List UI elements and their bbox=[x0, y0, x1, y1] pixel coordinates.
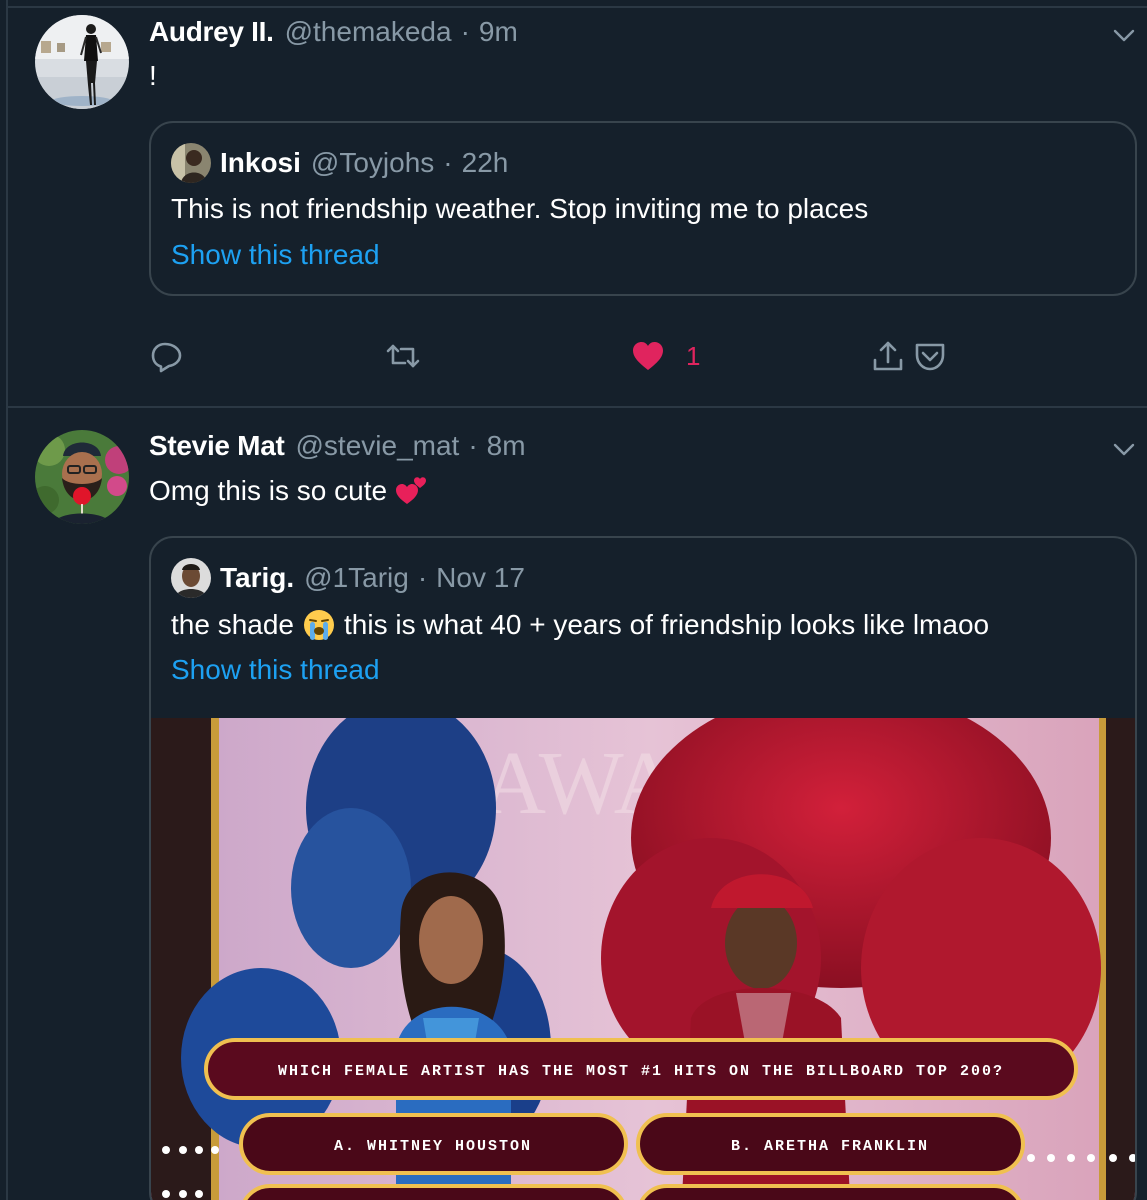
timeline: Audrey II. @themakeda · 9m ! Inkosi @Toy… bbox=[0, 0, 1147, 1200]
like-button[interactable]: 1 bbox=[630, 336, 700, 376]
quoted-tweet-header: Inkosi @Toyjohs · 22h bbox=[171, 143, 508, 183]
quoted-tweet-text: the shade this is what 40 + years of fri… bbox=[171, 608, 989, 642]
share-button[interactable] bbox=[870, 336, 906, 376]
chevron-down-icon[interactable] bbox=[1111, 22, 1137, 48]
tweet-text: ! bbox=[149, 60, 157, 91]
share-icon bbox=[873, 341, 903, 371]
avatar[interactable] bbox=[35, 430, 129, 524]
tweet[interactable]: Stevie Mat @stevie_mat · 8m Omg this is … bbox=[8, 410, 1147, 1200]
quoted-author-name: Tarig. bbox=[220, 562, 295, 593]
heart-icon bbox=[633, 342, 663, 370]
quoted-media-video[interactable]: AWA WHICH FEMALE ARTIST HAS THE MOST #1 … bbox=[151, 718, 1135, 1200]
quoted-tweet-header: Tarig. @1Tarig · Nov 17 bbox=[171, 558, 525, 598]
crying-face-emoji bbox=[304, 610, 334, 640]
tweet-actions: 1 bbox=[149, 336, 949, 376]
author-handle[interactable]: @stevie_mat bbox=[296, 430, 460, 462]
video-frame: AWA WHICH FEMALE ARTIST HAS THE MOST #1 … bbox=[151, 718, 1135, 1200]
quoted-text-after: this is what 40 + years of friendship lo… bbox=[344, 609, 990, 640]
retweet-button[interactable] bbox=[385, 336, 421, 376]
chevron-down-icon[interactable] bbox=[1111, 436, 1137, 462]
quoted-author-name: Inkosi bbox=[220, 147, 301, 178]
trivia-answer-b: B. ARETHA FRANKLIN bbox=[731, 1138, 929, 1155]
separator: · bbox=[460, 16, 470, 47]
reply-button[interactable] bbox=[149, 336, 185, 376]
separator: · bbox=[468, 430, 478, 461]
tweet[interactable]: Audrey II. @themakeda · 9m ! Inkosi @Toy… bbox=[8, 8, 1147, 408]
author-name[interactable]: Stevie Mat bbox=[149, 430, 285, 462]
trivia-question: WHICH FEMALE ARTIST HAS THE MOST #1 HITS… bbox=[278, 1063, 1004, 1080]
timestamp[interactable]: 8m bbox=[487, 430, 526, 462]
tweet-text: Omg this is so cute bbox=[149, 474, 437, 508]
retweet-icon bbox=[386, 344, 420, 368]
two-hearts-emoji bbox=[396, 477, 427, 504]
avatar[interactable] bbox=[35, 15, 129, 109]
quoted-author-handle: @1Tarig bbox=[304, 562, 409, 593]
pocket-button[interactable] bbox=[912, 336, 948, 376]
timestamp[interactable]: 9m bbox=[479, 16, 518, 48]
quoted-timestamp: Nov 17 bbox=[436, 562, 525, 593]
author-handle[interactable]: @themakeda bbox=[285, 16, 452, 48]
quoted-timestamp: 22h bbox=[461, 147, 509, 178]
author-name[interactable]: Audrey II. bbox=[149, 16, 274, 48]
trivia-answer-a: A. WHITNEY HOUSTON bbox=[334, 1138, 532, 1155]
quoted-tweet[interactable]: Tarig. @1Tarig · Nov 17 the shade this i… bbox=[149, 536, 1137, 1200]
separator: · bbox=[443, 147, 453, 178]
quoted-avatar bbox=[171, 558, 211, 598]
quoted-tweet[interactable]: Inkosi @Toyjohs · 22h This is not friend… bbox=[149, 121, 1137, 296]
quoted-author-handle: @Toyjohs bbox=[310, 147, 435, 178]
tweet-header: Stevie Mat @stevie_mat · 8m bbox=[149, 430, 526, 462]
quoted-text-before: the shade bbox=[171, 609, 294, 640]
like-count: 1 bbox=[686, 340, 701, 371]
quoted-avatar bbox=[171, 143, 211, 183]
tweet-text-content: Omg this is so cute bbox=[149, 475, 388, 506]
tweet-header: Audrey II. @themakeda · 9m bbox=[149, 16, 518, 48]
separator: · bbox=[417, 562, 428, 593]
show-thread-link[interactable]: Show this thread bbox=[171, 654, 380, 686]
pocket-icon bbox=[915, 343, 945, 371]
show-thread-link[interactable]: Show this thread bbox=[171, 239, 380, 271]
quoted-tweet-text: This is not friendship weather. Stop inv… bbox=[171, 193, 869, 224]
reply-icon bbox=[151, 342, 182, 373]
